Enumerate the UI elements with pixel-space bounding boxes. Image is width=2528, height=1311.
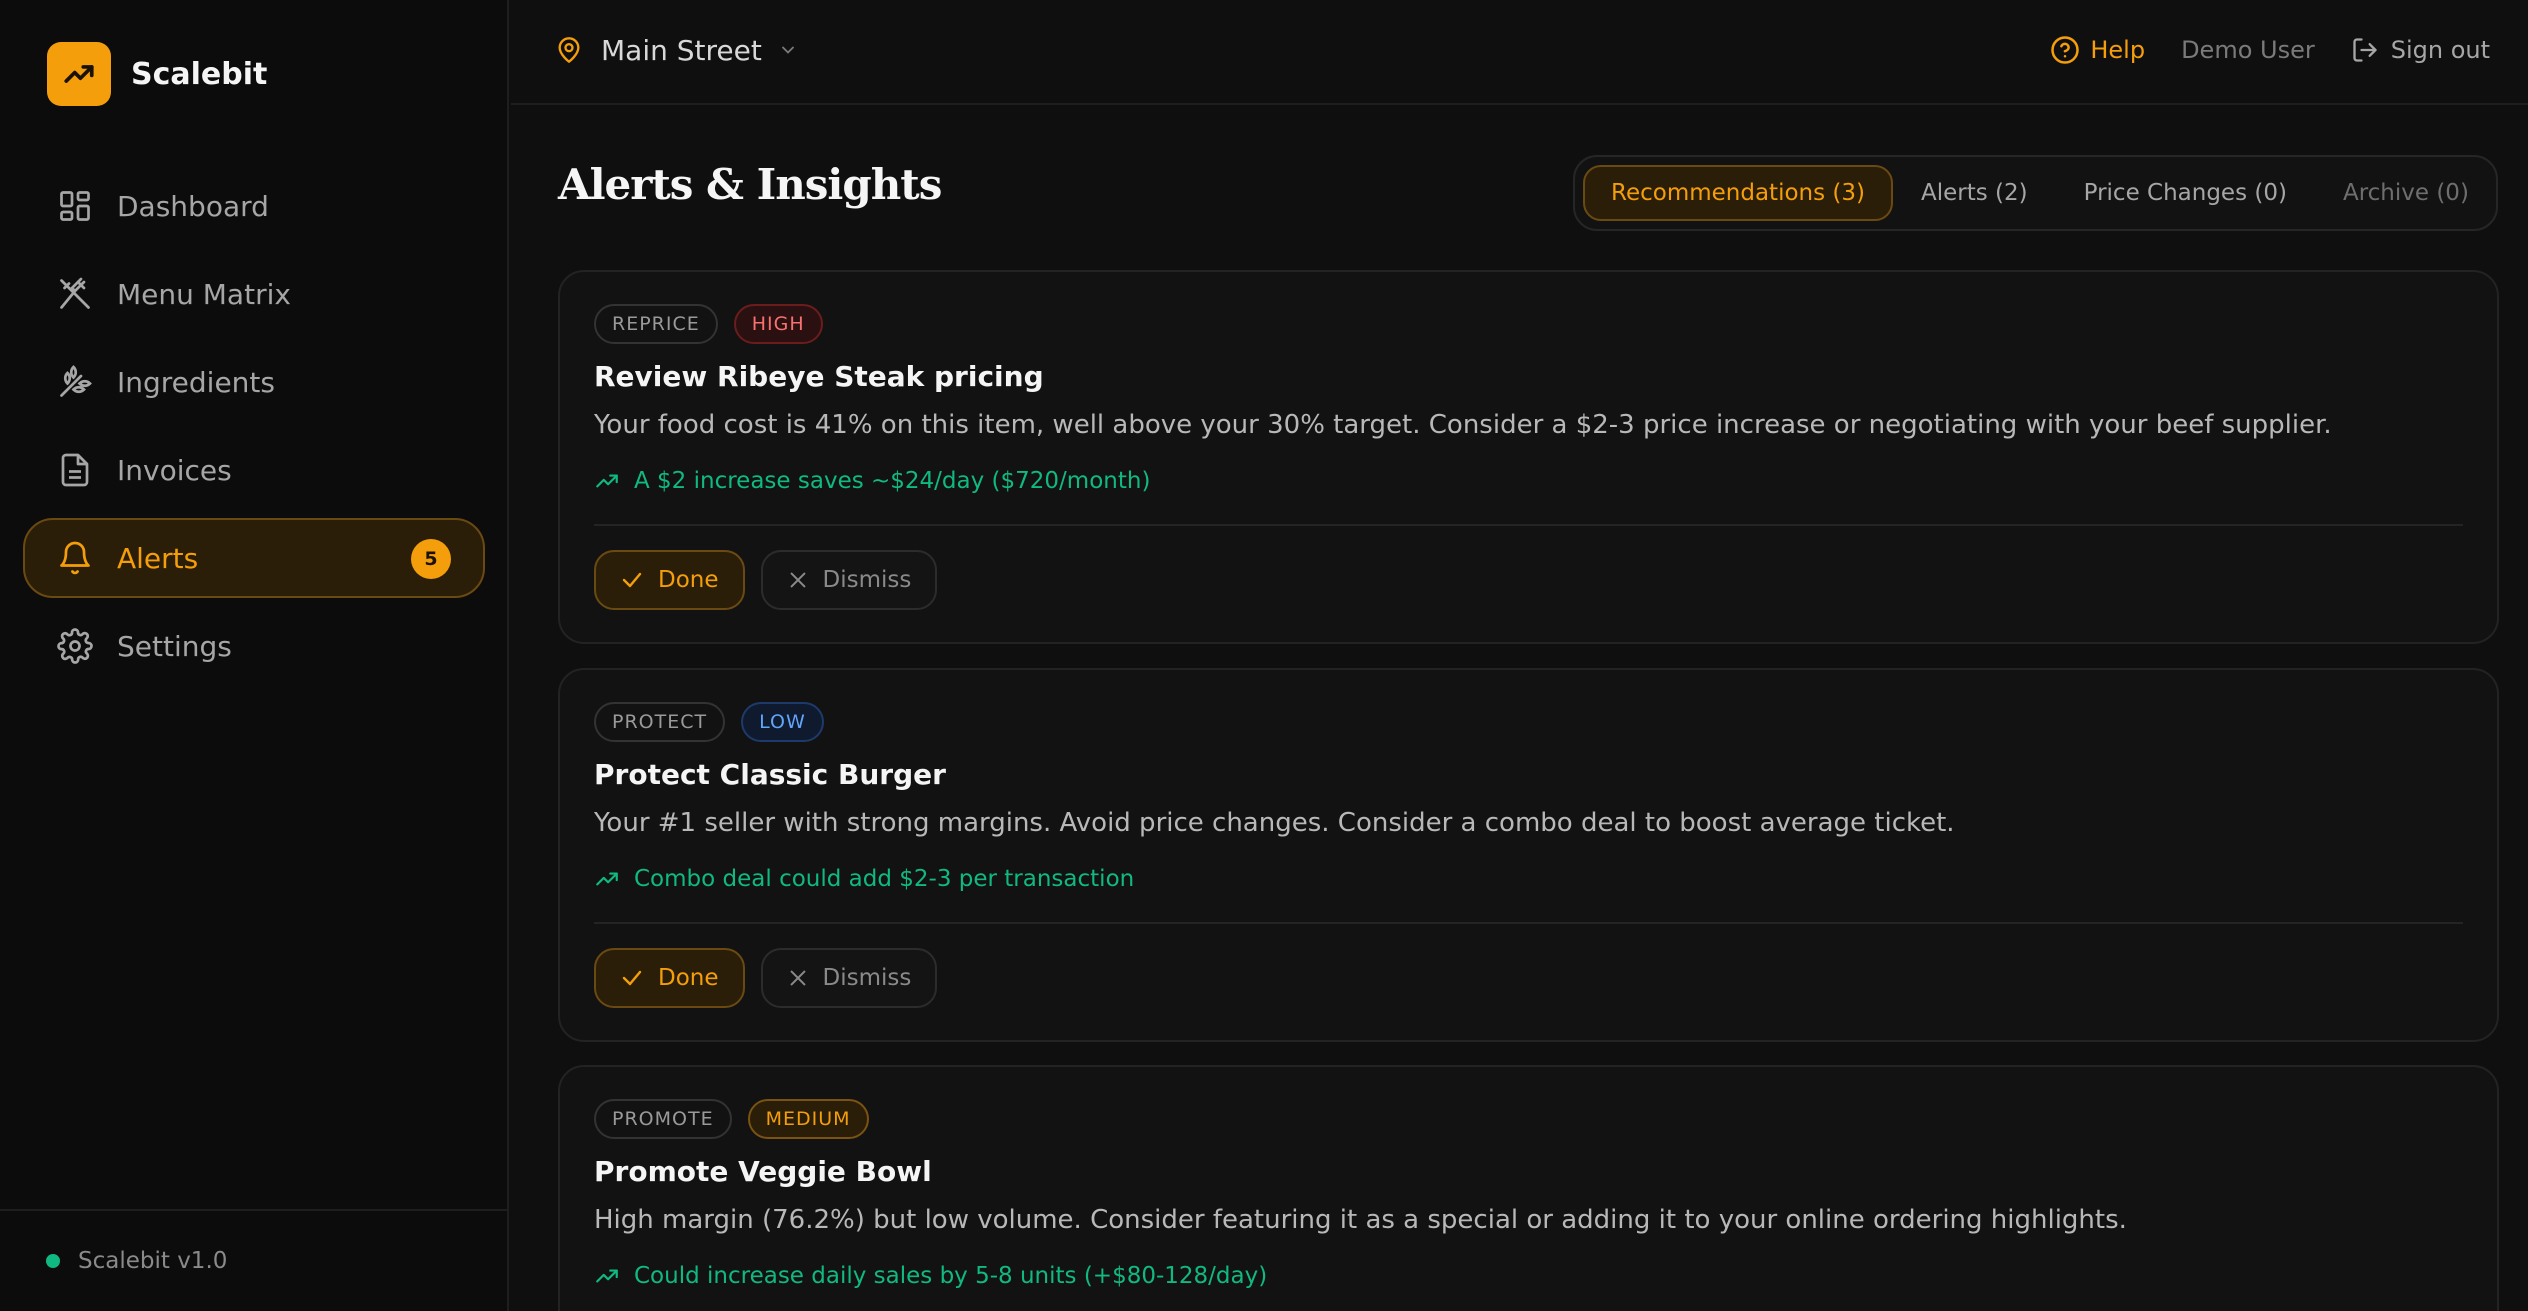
- map-pin-icon: [558, 37, 580, 63]
- card-description: Your #1 seller with strong margins. Avoi…: [594, 808, 1955, 838]
- trending-up-icon: [596, 1269, 618, 1283]
- sign-out-button[interactable]: Sign out: [2351, 36, 2490, 64]
- done-button[interactable]: Done: [594, 948, 745, 1008]
- priority-badge: HIGH: [733, 304, 823, 344]
- card-title: Review Ribeye Steak pricing: [594, 360, 1044, 393]
- sidebar-footer: Scalebit v1.0: [0, 1209, 507, 1311]
- type-badge: PROMOTE: [594, 1099, 732, 1139]
- dismiss-button[interactable]: Dismiss: [760, 550, 938, 610]
- dismiss-label: Dismiss: [822, 965, 912, 991]
- alerts-count-badge: 5: [411, 539, 451, 579]
- chevron-down-icon: [781, 46, 794, 54]
- card-title: Promote Veggie Bowl: [594, 1155, 932, 1188]
- help-label: Help: [2090, 36, 2146, 64]
- check-icon: [622, 970, 642, 986]
- dismiss-label: Dismiss: [822, 567, 912, 593]
- card-title: Protect Classic Burger: [594, 758, 946, 791]
- tab-price-changes[interactable]: Price Changes (0): [2056, 165, 2315, 221]
- card-description: High margin (76.2%) but low volume. Cons…: [594, 1205, 2127, 1235]
- sidebar-item-label: Invoices: [117, 453, 232, 487]
- tab-recommendations[interactable]: Recommendations (3): [1583, 165, 1893, 221]
- help-link[interactable]: Help: [2050, 35, 2145, 65]
- done-label: Done: [658, 965, 719, 991]
- help-circle-icon: [2051, 36, 2080, 64]
- sidebar-item-invoices[interactable]: Invoices: [23, 430, 485, 510]
- close-icon: [790, 572, 805, 588]
- status-dot-icon: [46, 1254, 60, 1268]
- card-divider: [594, 922, 2463, 924]
- trending-up-icon: [596, 474, 618, 488]
- card-actions: Done Dismiss: [594, 948, 953, 1008]
- done-label: Done: [658, 567, 719, 593]
- log-out-icon: [2353, 38, 2377, 62]
- recommendation-card: PROMOTE MEDIUM Promote Veggie Bowl High …: [558, 1065, 2499, 1311]
- recommendation-card: PROTECT LOW Protect Classic Burger Your …: [558, 668, 2499, 1042]
- priority-badge: LOW: [741, 702, 824, 742]
- utensils-crossed-icon: [60, 277, 90, 309]
- priority-badge: MEDIUM: [747, 1099, 869, 1139]
- trending-up-icon: [596, 872, 618, 886]
- top-bar: Main Street Help Demo User Sign out: [511, 0, 2528, 105]
- type-badge: REPRICE: [594, 304, 718, 344]
- impact-text: A $2 increase saves ~$24/day ($720/month…: [634, 468, 1151, 494]
- tab-archive[interactable]: Archive (0): [2315, 165, 2497, 221]
- bell-icon: [60, 541, 90, 575]
- sign-out-label: Sign out: [2390, 36, 2490, 64]
- sidebar-nav: Dashboard Menu Matrix Ingredients Invoic…: [23, 166, 485, 694]
- alerts-tabs: Recommendations (3) Alerts (2) Price Cha…: [1573, 155, 2498, 231]
- impact-text: Could increase daily sales by 5-8 units …: [634, 1263, 1268, 1289]
- location-label: Main Street: [601, 33, 762, 67]
- sidebar-item-menu-matrix[interactable]: Menu Matrix: [23, 254, 485, 334]
- user-name: Demo User: [2181, 36, 2315, 64]
- sidebar-item-label: Ingredients: [117, 365, 275, 399]
- close-icon: [790, 970, 805, 986]
- brand-name: Scalebit: [131, 56, 268, 92]
- card-divider: [594, 524, 2463, 526]
- dashboard-icon: [60, 191, 90, 221]
- top-right-actions: Help Demo User Sign out: [2050, 28, 2490, 72]
- sidebar-item-alerts[interactable]: Alerts 5: [23, 518, 485, 598]
- card-description: Your food cost is 41% on this item, well…: [594, 410, 2332, 440]
- sidebar-item-label: Menu Matrix: [117, 277, 291, 311]
- wheat-icon: [60, 365, 92, 397]
- card-tags: PROTECT LOW: [594, 702, 840, 742]
- sidebar-item-settings[interactable]: Settings: [23, 606, 485, 686]
- location-selector[interactable]: Main Street: [555, 28, 798, 72]
- recommendation-card: REPRICE HIGH Review Ribeye Steak pricing…: [558, 270, 2499, 644]
- sidebar-item-ingredients[interactable]: Ingredients: [23, 342, 485, 422]
- brand[interactable]: Scalebit: [47, 42, 267, 106]
- dismiss-button[interactable]: Dismiss: [760, 948, 938, 1008]
- sidebar-item-dashboard[interactable]: Dashboard: [23, 166, 485, 246]
- sidebar-item-label: Alerts: [117, 541, 199, 575]
- type-badge: PROTECT: [594, 702, 726, 742]
- gear-icon: [57, 628, 93, 664]
- done-button[interactable]: Done: [594, 550, 745, 610]
- app-version: Scalebit v1.0: [78, 1248, 228, 1274]
- trending-up-logo-icon: [47, 42, 111, 106]
- card-impact: Combo deal could add $2-3 per transactio…: [594, 866, 1134, 892]
- impact-text: Combo deal could add $2-3 per transactio…: [634, 866, 1135, 892]
- sidebar: Scalebit Dashboard Menu Matrix Ingredien…: [0, 0, 509, 1311]
- file-text-icon: [61, 453, 89, 487]
- sidebar-item-label: Settings: [117, 629, 232, 663]
- card-impact: Could increase daily sales by 5-8 units …: [594, 1263, 1267, 1289]
- check-icon: [622, 572, 642, 588]
- sidebar-item-label: Dashboard: [117, 189, 269, 223]
- card-impact: A $2 increase saves ~$24/day ($720/month…: [594, 468, 1150, 494]
- card-tags: REPRICE HIGH: [594, 304, 839, 344]
- card-actions: Done Dismiss: [594, 550, 953, 610]
- page-title: Alerts & Insights: [558, 160, 942, 209]
- card-tags: PROMOTE MEDIUM: [594, 1099, 885, 1139]
- tab-alerts[interactable]: Alerts (2): [1893, 165, 2056, 221]
